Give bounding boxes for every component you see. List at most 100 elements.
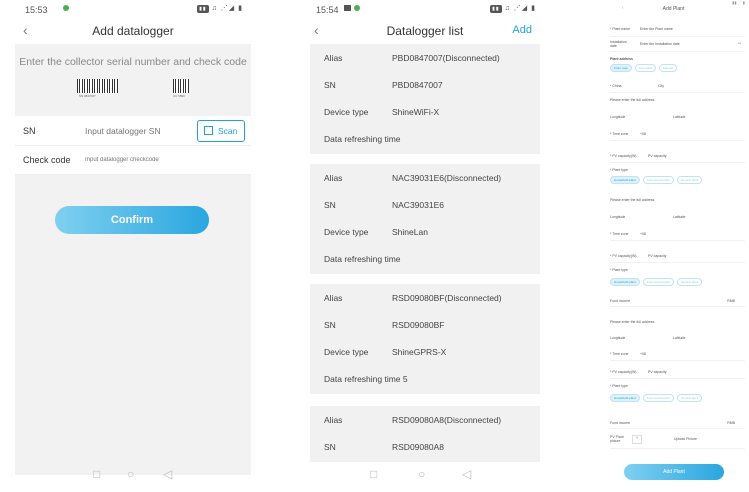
sn-label: SN (324, 442, 336, 452)
commercial-pill[interactable]: Commercial plant (642, 394, 675, 402)
time-zone-value: +08 (640, 232, 646, 236)
device-type-value: ShineLan (392, 227, 428, 237)
household-pill[interactable]: Household plant (610, 278, 640, 286)
automatic-pill[interactable]: Automatic (634, 64, 656, 72)
scan-label: Scan (218, 126, 238, 136)
page-title: Datalogger list (386, 24, 464, 38)
status-icons: ▮▮ ♫ ⋰◢ ▮ (197, 5, 243, 13)
add-button[interactable]: Add (512, 24, 532, 36)
full-address-input[interactable]: Please enter the full address (610, 320, 745, 324)
device-type-label: Device type (324, 107, 369, 117)
sn-label: SN (324, 200, 336, 210)
sn-input[interactable] (85, 126, 185, 136)
add-plant-button[interactable]: Add Plant (624, 464, 724, 480)
system-nav-bar: □ ○ ◁ (306, 464, 544, 484)
calendar-icon[interactable]: ▭ (738, 41, 741, 45)
page-title: Add datalogger (92, 24, 174, 38)
from-map-pill[interactable]: From map (610, 64, 632, 72)
plant-type-label: * Plant type (610, 384, 628, 388)
fund-unit[interactable]: RMB (727, 421, 735, 425)
install-date-label: Installation date (610, 40, 627, 48)
install-date-row[interactable]: Installation date Enter the Installation… (610, 37, 745, 52)
time-zone-value: +08 (640, 352, 646, 356)
upload-icon[interactable]: + (632, 435, 642, 444)
check-code-input[interactable] (85, 157, 225, 163)
refresh-time: Data refreshing time (324, 134, 401, 144)
time-zone-value: +08 (640, 132, 646, 136)
pv-capacity-input[interactable]: PV capacity (648, 254, 741, 258)
alias-label: Alias (324, 173, 343, 183)
check-code-row: Check code (15, 146, 251, 175)
device-type-value: ShineWiFi-X (392, 107, 440, 117)
full-address-input[interactable]: Please enter the full address (610, 98, 745, 102)
notification-icon (63, 5, 69, 11)
plant-name-input[interactable]: Enter the Plant name (640, 27, 741, 31)
datalogger-list: Alias PBD0847007(Disconnected) SN PBD08470… (306, 44, 544, 492)
alias-value: RSD09080A8(Disconnected) (392, 415, 502, 425)
pv-capacity-row[interactable]: * PV capacity(W) PV capacity (610, 366, 745, 379)
plant-address-label: Plant address (610, 57, 633, 61)
pv-capacity-row[interactable]: * PV capacity(W) PV capacity (610, 150, 745, 163)
time-zone-row[interactable]: * Time zone +08 (610, 128, 745, 141)
home-icon[interactable]: ○ (418, 467, 425, 481)
city-label: City (658, 84, 665, 88)
time-zone-row[interactable]: * Time zone +08 (610, 228, 745, 241)
plant-type-pills: Household plant Commercial plant Ground … (610, 278, 745, 286)
datalogger-card[interactable]: Alias NAC39031E6(Disconnected) SN NAC39031… (310, 164, 540, 274)
check-code-label: Check code (23, 155, 71, 165)
pv-capacity-input[interactable]: PV capacity (648, 370, 741, 374)
page-title: Add Plant (662, 6, 685, 12)
scan-icon (204, 126, 213, 135)
sn-barcode-image (77, 79, 119, 93)
household-pill[interactable]: Household plant (610, 176, 640, 184)
back-nav-icon[interactable]: ◁ (462, 467, 471, 481)
latitude-input[interactable]: Latitude (673, 115, 745, 119)
sn-value: PBD0847007 (392, 80, 443, 90)
country-row[interactable]: * China City (610, 80, 745, 93)
upload-picture-input[interactable]: Upload Picture (674, 437, 741, 441)
home-icon[interactable]: ○ (127, 467, 134, 481)
back-nav-icon[interactable]: ◁ (163, 467, 172, 481)
status-icons: ▮▮ ♫ ⋰◢ ▮ (490, 5, 536, 13)
commercial-pill[interactable]: Commercial plant (642, 278, 675, 286)
fund-unit[interactable]: RMB (727, 299, 735, 303)
navbar: ‹ Datalogger list Add (306, 18, 544, 44)
sn-value: RSD09080BF (392, 320, 445, 330)
fund-income-row[interactable]: Fund income RMB (610, 294, 745, 307)
manual-pill[interactable]: Manual (658, 64, 677, 72)
commercial-pill[interactable]: Commercial plant (642, 176, 675, 184)
pv-capacity-row[interactable]: * PV capacity(W) PV capacity (610, 250, 745, 263)
ground-pill[interactable]: Ground plant (677, 394, 703, 402)
sn-label: SN (324, 80, 336, 90)
datalogger-card[interactable]: Alias RSD09080A8(Disconnected) SN RSD09080… (310, 406, 540, 462)
full-address-input[interactable]: Please enter the full address (610, 198, 745, 202)
datalogger-card[interactable]: Alias RSD09080BF(Disconnected) SN RSD09080… (310, 284, 540, 394)
install-date-input[interactable]: Enter the Installation date (640, 42, 741, 46)
scan-hint-panel: Enter the collector serial number and ch… (15, 44, 251, 116)
confirm-button[interactable]: Confirm (55, 206, 209, 234)
household-pill[interactable]: Household plant (610, 394, 640, 402)
recent-apps-icon[interactable]: □ (93, 467, 100, 481)
sn-value: RSD09080A8 (392, 442, 444, 452)
sn-barcode-label: SN 0847007 (79, 94, 96, 98)
navbar: ‹ Add Plant (598, 3, 749, 17)
latitude-input[interactable]: Latitude (673, 336, 745, 340)
refresh-time: Data refreshing time 5 (324, 374, 408, 384)
alias-value: RSD09080BF(Disconnected) (392, 293, 502, 303)
plant-type-pills: Household plant Commercial plant Ground … (610, 176, 745, 184)
add-datalogger-screen: 15:53 ▮▮ ♫ ⋰◢ ▮ ‹ Add datalogger Enter t… (15, 0, 251, 492)
fund-income-row[interactable]: Fund income RMB (610, 416, 745, 429)
latitude-input[interactable]: Latitude (673, 215, 745, 219)
recent-apps-icon[interactable]: □ (370, 467, 377, 481)
cc-barcode-image (173, 79, 189, 93)
sn-label: SN (23, 126, 36, 136)
pv-picture-row[interactable]: PV Plant picture + Upload Picture (610, 432, 745, 449)
ground-pill[interactable]: Ground plant (677, 278, 703, 286)
plant-name-row[interactable]: * Plant name Enter the Plant name (610, 24, 745, 37)
scan-button[interactable]: Scan (197, 120, 245, 142)
status-bar: 15:54 ▮▮ ♫ ⋰◢ ▮ (306, 0, 544, 18)
datalogger-card[interactable]: Alias PBD0847007(Disconnected) SN PBD08470… (310, 44, 540, 154)
pv-capacity-input[interactable]: PV capacity (648, 154, 741, 158)
time-zone-row[interactable]: * Time zone +08 (610, 348, 745, 361)
ground-pill[interactable]: Ground plant (677, 176, 703, 184)
